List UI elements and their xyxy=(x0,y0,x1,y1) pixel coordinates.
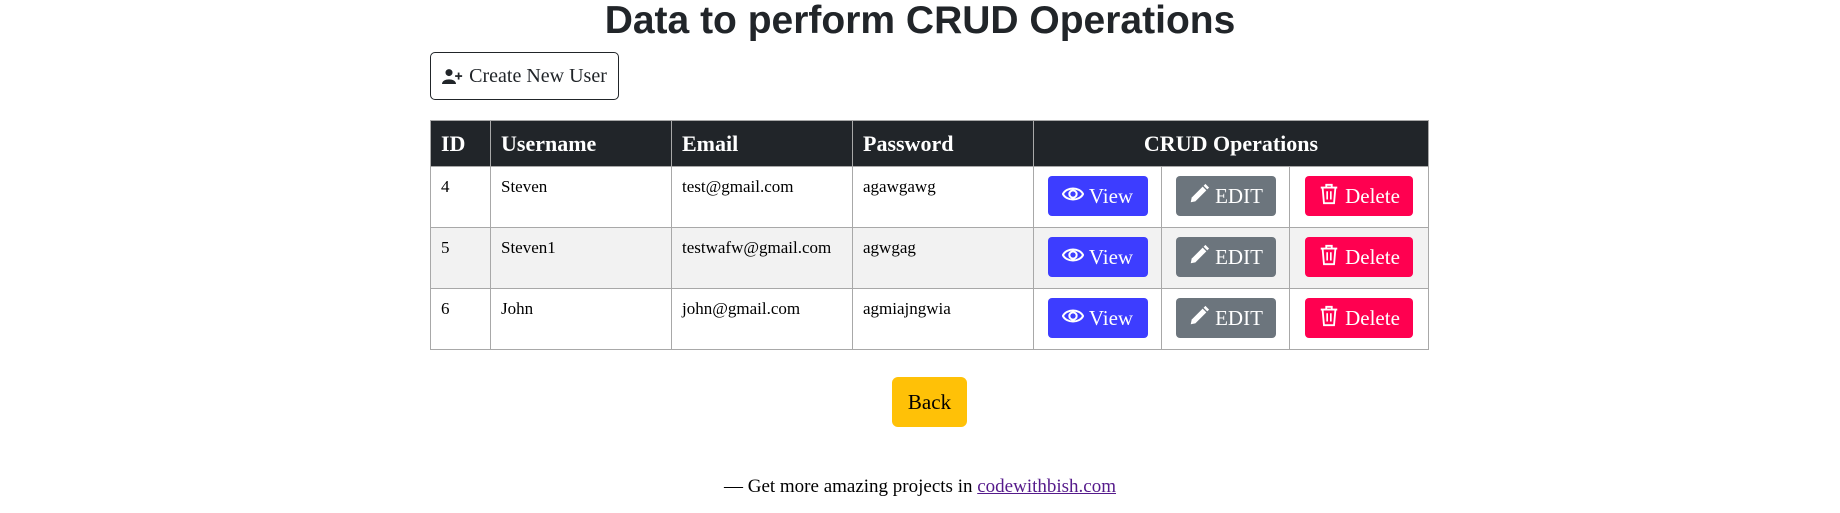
cell-email: testwafw@gmail.com xyxy=(671,227,853,289)
create-user-button[interactable]: Create New User xyxy=(430,52,619,100)
edit-label: EDIT xyxy=(1215,244,1263,269)
header-email: Email xyxy=(671,120,853,167)
view-button[interactable]: View xyxy=(1047,237,1148,277)
trash-icon xyxy=(1320,305,1338,327)
cell-edit: EDIT xyxy=(1161,227,1290,289)
table-row: 6 John john@gmail.com agmiajngwia View E… xyxy=(430,288,1430,350)
eye-icon xyxy=(1061,187,1084,201)
trash-icon xyxy=(1320,244,1338,266)
pencil-icon xyxy=(1190,183,1210,203)
cell-password: agwgag xyxy=(852,227,1034,289)
view-label: View xyxy=(1088,183,1134,208)
page-title: Data to perform CRUD Operations xyxy=(604,0,1236,42)
create-user-label: Create New User xyxy=(469,64,607,87)
header-crud-operations: CRUD Operations xyxy=(1032,120,1430,167)
back-button[interactable]: Back xyxy=(892,377,967,427)
header-username: Username xyxy=(490,120,672,167)
table-row: 4 Steven test@gmail.com agawgawg View ED… xyxy=(430,166,1430,228)
cell-view: View xyxy=(1033,288,1162,350)
eye-icon xyxy=(1061,248,1084,262)
cell-id: 4 xyxy=(430,166,491,228)
cell-password: agawgawg xyxy=(852,166,1034,228)
edit-button[interactable]: EDIT xyxy=(1175,298,1276,338)
footer-text: — Get more amazing projects in xyxy=(723,476,973,497)
edit-label: EDIT xyxy=(1215,183,1263,208)
eye-icon xyxy=(1061,309,1084,323)
edit-button[interactable]: EDIT xyxy=(1175,176,1276,216)
cell-delete: Delete xyxy=(1288,227,1430,289)
cell-email: test@gmail.com xyxy=(671,166,853,228)
delete-button[interactable]: Delete xyxy=(1305,176,1414,216)
table-header-row: ID Username Email Password CRUD Operatio… xyxy=(430,120,1430,167)
footer: — Get more amazing projects in codewithb… xyxy=(0,476,1840,498)
cell-edit: EDIT xyxy=(1161,166,1290,228)
edit-label: EDIT xyxy=(1215,305,1263,330)
cell-username: Steven xyxy=(490,166,672,228)
header-password: Password xyxy=(852,120,1034,167)
pencil-icon xyxy=(1190,305,1210,325)
trash-icon xyxy=(1320,183,1338,205)
header-id: ID xyxy=(430,120,491,167)
footer-link[interactable]: codewithbish.com xyxy=(977,476,1116,497)
delete-label: Delete xyxy=(1345,183,1400,208)
cell-view: View xyxy=(1033,227,1162,289)
users-table: ID Username Email Password CRUD Operatio… xyxy=(430,120,1430,350)
delete-label: Delete xyxy=(1345,244,1400,269)
cell-username: Steven1 xyxy=(490,227,672,289)
cell-username: John xyxy=(490,288,672,350)
pencil-icon xyxy=(1190,244,1210,264)
user-plus-icon xyxy=(442,68,463,84)
view-button[interactable]: View xyxy=(1047,298,1148,338)
cell-delete: Delete xyxy=(1288,166,1430,228)
cell-view: View xyxy=(1033,166,1162,228)
cell-id: 6 xyxy=(430,288,491,350)
cell-password: agmiajngwia xyxy=(852,288,1034,350)
view-button[interactable]: View xyxy=(1047,176,1148,216)
table-row: 5 Steven1 testwafw@gmail.com agwgag View… xyxy=(430,227,1430,289)
view-label: View xyxy=(1088,244,1134,269)
edit-button[interactable]: EDIT xyxy=(1175,237,1276,277)
cell-edit: EDIT xyxy=(1161,288,1290,350)
cell-email: john@gmail.com xyxy=(671,288,853,350)
cell-id: 5 xyxy=(430,227,491,289)
delete-button[interactable]: Delete xyxy=(1305,298,1414,338)
delete-label: Delete xyxy=(1345,305,1400,330)
cell-delete: Delete xyxy=(1288,288,1430,350)
delete-button[interactable]: Delete xyxy=(1305,237,1414,277)
view-label: View xyxy=(1088,305,1134,330)
